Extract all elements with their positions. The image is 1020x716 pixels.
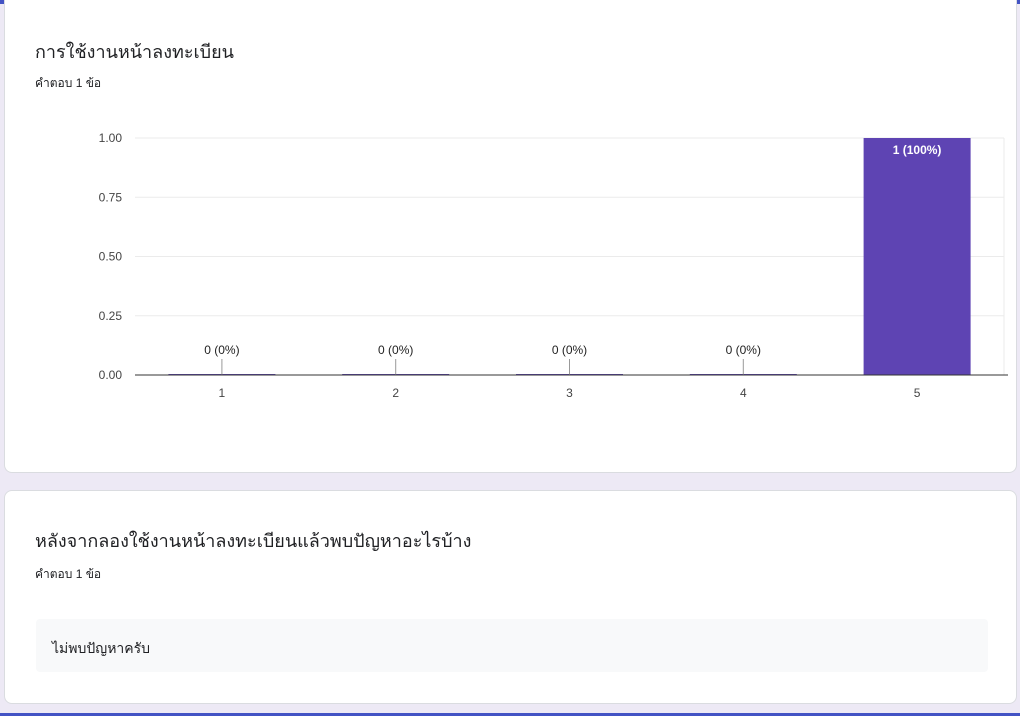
response-count: คำตอบ 1 ข้อ [35,567,102,581]
y-tick-label: 0.00 [99,368,123,382]
bar [863,138,971,375]
question-card-rating: การใช้งานหน้าลงทะเบียน คำตอบ 1 ข้อ 0.00 0… [4,0,1017,473]
x-tick-label: 5 [914,386,921,400]
bar-chart: 0.00 0.25 0.50 0.75 1.00 0 (0%) 1 0 (0%) 2 0 (0%)… [99,131,1008,400]
y-tick-label: 0.50 [99,250,123,264]
data-label: 1 (100%) [893,143,942,157]
answer-item: ไม่พบปัญหาครับ [36,619,988,672]
answer-text: ไม่พบปัญหาครับ [52,640,151,656]
data-label: 0 (0%) [378,343,413,357]
x-tick-label: 3 [566,386,573,400]
data-label: 0 (0%) [204,343,239,357]
y-tick-label: 0.75 [99,190,123,204]
x-tick-label: 1 [219,386,226,400]
y-tick-label: 1.00 [99,131,123,145]
data-label: 0 (0%) [552,343,587,357]
x-tick-label: 4 [740,386,747,400]
question-title: หลังจากลองใช้งานหน้าลงทะเบียนแล้วพบปัญหา… [35,531,472,551]
data-label: 0 (0%) [726,343,761,357]
question-card-text: หลังจากลองใช้งานหน้าลงทะเบียนแล้วพบปัญหา… [4,490,1017,704]
x-tick-label: 2 [392,386,399,400]
y-tick-label: 0.25 [99,309,123,323]
